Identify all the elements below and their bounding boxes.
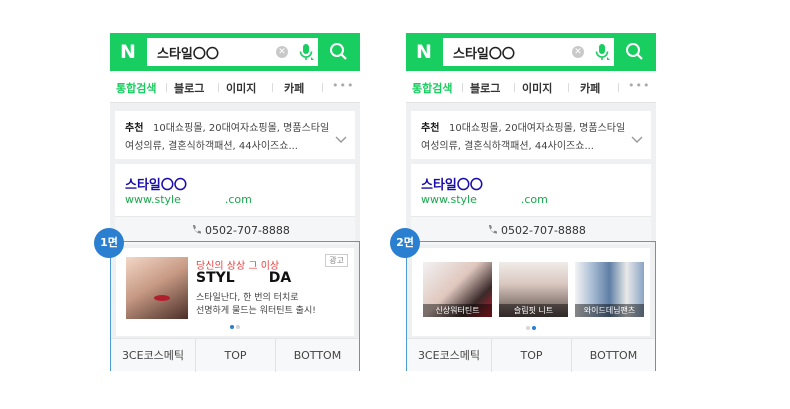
ad-tab-top[interactable]: TOP: [195, 339, 275, 372]
more-tabs-icon[interactable]: •••: [628, 79, 650, 92]
tab-divider: [618, 83, 619, 92]
brand-ad-frame: 광고 당신의 상상 그 이상 STYL DA 스타일난다, 한 번의 터치로 선명…: [110, 241, 360, 372]
ad-label: 광고: [325, 254, 348, 267]
product-thumb-caption: 신상워터틴트: [423, 304, 492, 317]
ad-category-tabs: 3CE코스메틱 TOP BOTTOM: [111, 338, 359, 372]
tab-divider: [514, 83, 515, 92]
search-icon[interactable]: [618, 38, 650, 66]
ad-tab-bottom[interactable]: BOTTOM: [275, 339, 359, 372]
chevron-down-icon[interactable]: [335, 135, 347, 145]
search-query: 스타일〇〇: [453, 47, 515, 62]
search-tabs: 통합검색 블로그 이미지 카페 •••: [406, 71, 656, 103]
carousel-dot-active[interactable]: [230, 325, 234, 329]
page-badge-1: 1면: [94, 228, 124, 258]
tab-divider: [272, 83, 273, 92]
tab-divider: [166, 83, 167, 92]
site-title-link[interactable]: 스타일〇〇: [125, 174, 187, 193]
tab-divider: [322, 83, 323, 92]
site-url[interactable]: www.style .com: [421, 193, 548, 206]
clear-icon[interactable]: ✕: [276, 46, 288, 58]
search-icon[interactable]: [322, 38, 354, 66]
site-url-suffix: .com: [224, 193, 252, 206]
chevron-down-icon[interactable]: [631, 135, 643, 145]
ad-category-tabs: 3CE코스메틱 TOP BOTTOM: [407, 338, 655, 372]
ad-brand-right: DA: [268, 270, 292, 286]
site-url-prefix: www.style: [125, 193, 181, 206]
carousel-dot[interactable]: [236, 325, 240, 329]
site-url[interactable]: www.style .com: [125, 193, 252, 206]
site-title-link[interactable]: 스타일〇〇: [421, 174, 483, 193]
microphone-icon[interactable]: [297, 43, 315, 61]
page-badge-2: 2면: [390, 228, 420, 258]
tab-blog[interactable]: 블로그: [470, 80, 500, 96]
tab-blog[interactable]: 블로그: [174, 80, 204, 96]
phone-icon: [489, 225, 497, 234]
recommend-keywords-2: 여성의류, 결혼식하객패션, 44사이즈쇼...: [421, 141, 594, 152]
recommend-keywords-2: 여성의류, 결혼식하객패션, 44사이즈쇼...: [125, 141, 298, 152]
lip-tint-shape: [154, 295, 170, 301]
tab-divider: [218, 83, 219, 92]
microphone-icon[interactable]: [593, 43, 611, 61]
tab-cafe[interactable]: 카페: [284, 80, 304, 96]
brand-ad-frame: 신상워터틴트 슬림핏 니트 와이드데님팬츠 3CE코스메틱 TOP BOTTOM: [406, 241, 656, 372]
recommend-keywords-1: 10대쇼핑몰, 20대여자쇼핑몰, 명품스타일: [153, 123, 330, 134]
search-input[interactable]: 스타일〇〇 ✕: [443, 38, 614, 66]
tab-integrated[interactable]: 통합검색: [116, 80, 156, 96]
carousel-dot-active[interactable]: [532, 326, 536, 330]
recommend-label: 추천: [125, 123, 144, 134]
product-image[interactable]: [126, 257, 188, 319]
product-thumb-3[interactable]: 와이드데님팬츠: [575, 262, 644, 317]
ad-tab-bottom[interactable]: BOTTOM: [571, 339, 655, 372]
ad-tab-top[interactable]: TOP: [491, 339, 571, 372]
brand-ad-card: 신상워터틴트 슬림핏 니트 와이드데님팬츠: [412, 248, 650, 336]
carousel-indicator: [412, 326, 650, 330]
ad-description-2: 선명하게 물드는 워터틴트 출시!: [196, 306, 316, 316]
naver-logo[interactable]: N: [117, 41, 139, 63]
recommend-keywords-1: 10대쇼핑몰, 20대여자쇼핑몰, 명품스타일: [449, 123, 626, 134]
phone-icon: [193, 225, 201, 234]
product-thumb-caption: 와이드데님팬츠: [575, 304, 644, 317]
phone-number: 0502-707-8888: [205, 224, 290, 237]
search-tabs: 통합검색 블로그 이미지 카페 •••: [110, 71, 360, 103]
site-url-suffix: .com: [520, 193, 548, 206]
product-thumb-caption: 슬림핏 니트: [499, 304, 568, 317]
naver-logo[interactable]: N: [413, 41, 435, 63]
mobile-screen-1: N 스타일〇〇 ✕ 통합검색 블로그 이미지 카페 ••• 추천 10대쇼핑몰,…: [94, 33, 360, 372]
mobile-screen-2: N 스타일〇〇 ✕ 통합검색 블로그 이미지 카페 ••• 추천 10대쇼핑몰,…: [390, 33, 656, 372]
ad-tab-3ce[interactable]: 3CE코스메틱: [111, 339, 195, 372]
tab-cafe[interactable]: 카페: [580, 80, 600, 96]
tab-integrated[interactable]: 통합검색: [412, 80, 452, 96]
site-url-prefix: www.style: [421, 193, 477, 206]
site-result: 스타일〇〇 www.style .com 0502-707-8888: [115, 164, 355, 244]
ad-brand-name[interactable]: STYL DA: [196, 270, 291, 286]
recommend-box[interactable]: 추천 10대쇼핑몰, 20대여자쇼핑몰, 명품스타일 여성의류, 결혼식하객패션…: [411, 111, 651, 159]
phone-call-bar[interactable]: 0502-707-8888: [115, 216, 355, 244]
clear-icon[interactable]: ✕: [572, 46, 584, 58]
recommend-box[interactable]: 추천 10대쇼핑몰, 20대여자쇼핑몰, 명품스타일 여성의류, 결혼식하객패션…: [115, 111, 355, 159]
tab-divider: [462, 83, 463, 92]
tab-image[interactable]: 이미지: [226, 80, 256, 96]
carousel-indicator: [116, 325, 354, 329]
tab-divider: [568, 83, 569, 92]
search-query: 스타일〇〇: [157, 47, 219, 62]
phone-call-bar[interactable]: 0502-707-8888: [411, 216, 651, 244]
carousel-dot[interactable]: [526, 326, 530, 330]
recommend-label: 추천: [421, 123, 440, 134]
ad-brand-left: STYL: [196, 270, 235, 286]
more-tabs-icon[interactable]: •••: [332, 79, 354, 92]
product-thumb-2[interactable]: 슬림핏 니트: [499, 262, 568, 317]
brand-ad-card[interactable]: 광고 당신의 상상 그 이상 STYL DA 스타일난다, 한 번의 터치로 선명…: [116, 248, 354, 336]
tab-image[interactable]: 이미지: [522, 80, 552, 96]
site-result: 스타일〇〇 www.style .com 0502-707-8888: [411, 164, 651, 244]
ad-description-1: 스타일난다, 한 번의 터치로: [196, 293, 299, 303]
search-input[interactable]: 스타일〇〇 ✕: [147, 38, 318, 66]
search-bar: N 스타일〇〇 ✕: [406, 33, 656, 71]
ad-tab-3ce[interactable]: 3CE코스메틱: [407, 339, 491, 372]
product-thumb-1[interactable]: 신상워터틴트: [423, 262, 492, 317]
search-bar: N 스타일〇〇 ✕: [110, 33, 360, 71]
phone-number: 0502-707-8888: [501, 224, 586, 237]
